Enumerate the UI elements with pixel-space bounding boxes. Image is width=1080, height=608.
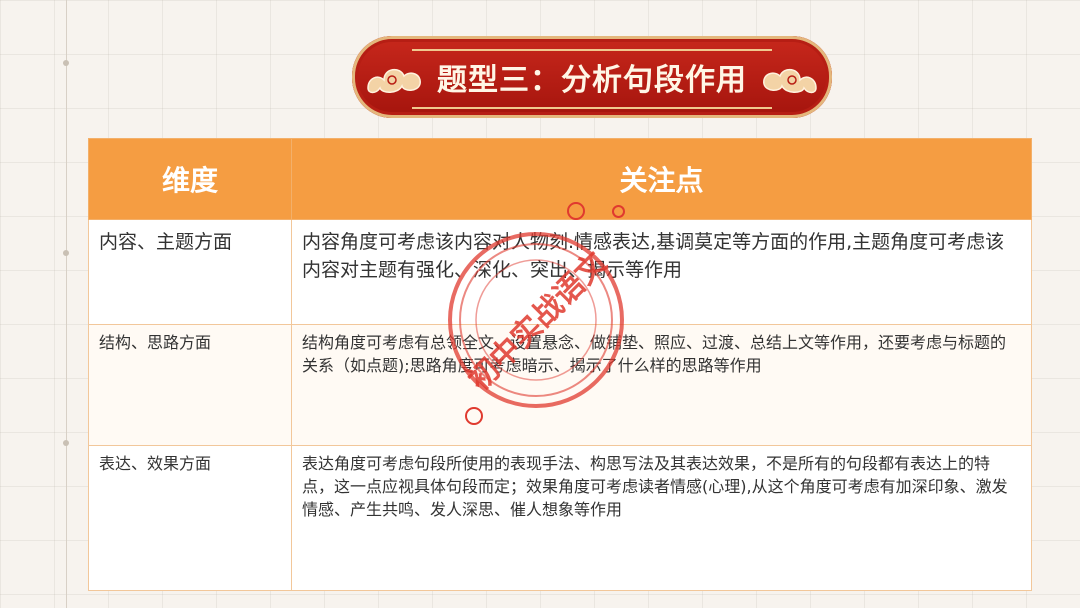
table-row: 表达、效果方面 表达角度可考虑句段所使用的表现手法、构思写法及其表达效果，不是所… bbox=[88, 445, 1032, 591]
row-focus: 结构角度可考虑有总领全文、设置悬念、做铺垫、照应、过渡、总结上文等作用，还要考虑… bbox=[291, 324, 1032, 446]
decorative-circle bbox=[567, 202, 585, 220]
table-row: 结构、思路方面 结构角度可考虑有总领全文、设置悬念、做铺垫、照应、过渡、总结上文… bbox=[88, 324, 1032, 446]
row-dimension: 表达、效果方面 bbox=[88, 445, 292, 591]
margin-dot bbox=[63, 60, 69, 66]
row-dimension: 内容、主题方面 bbox=[88, 219, 292, 325]
row-focus: 内容角度可考虑该内容对人物刻.情感表达,基调莫定等方面的作用,主题角度可考虑该内… bbox=[291, 219, 1032, 325]
margin-dot bbox=[63, 250, 69, 256]
table-row: 内容、主题方面 内容角度可考虑该内容对人物刻.情感表达,基调莫定等方面的作用,主… bbox=[88, 219, 1032, 325]
title-banner: 题型三：分析句段作用 bbox=[352, 36, 832, 118]
margin-dot bbox=[63, 440, 69, 446]
page-title: 题型三：分析句段作用 bbox=[437, 63, 747, 98]
table-header-row: 维度 关注点 bbox=[88, 138, 1032, 220]
header-focus: 关注点 bbox=[291, 138, 1032, 220]
row-dimension: 结构、思路方面 bbox=[88, 324, 292, 446]
row-focus: 表达角度可考虑句段所使用的表现手法、构思写法及其表达效果，不是所有的句段都有表达… bbox=[291, 445, 1032, 591]
margin-rule bbox=[66, 0, 67, 608]
decorative-circle bbox=[612, 205, 625, 218]
decorative-circle bbox=[465, 407, 483, 425]
header-dimension: 维度 bbox=[88, 138, 292, 220]
analysis-table: 维度 关注点 内容、主题方面 内容角度可考虑该内容对人物刻.情感表达,基调莫定等… bbox=[88, 138, 1032, 591]
